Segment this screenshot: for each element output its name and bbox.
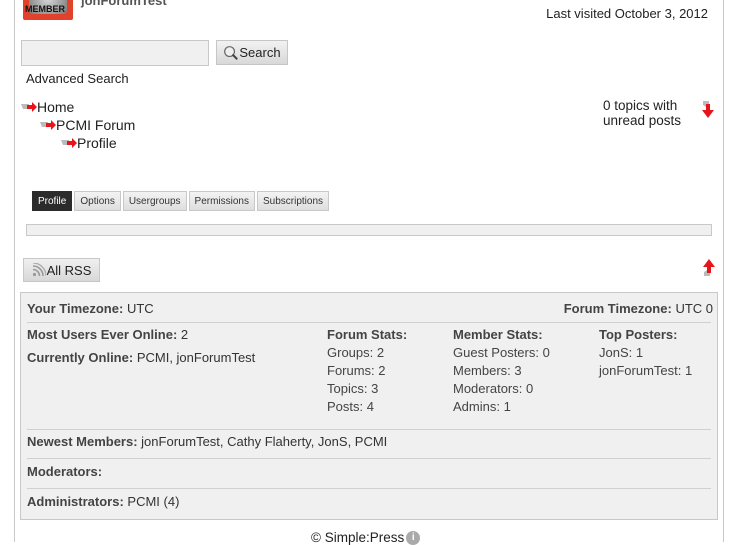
breadcrumb-forum-label: PCMI Forum xyxy=(56,117,136,133)
member-stat-item: Guest Posters: 0 xyxy=(453,345,550,360)
forum-timezone-label: Forum Timezone: xyxy=(563,301,672,316)
newest-members: Newest Members: jonForumTest, Cathy Flah… xyxy=(27,434,711,449)
member-stat-item: Moderators: 0 xyxy=(453,381,534,396)
search-button-label: Search xyxy=(239,45,281,60)
page-border-left xyxy=(14,0,15,542)
forum-stat-item: Groups: 2 xyxy=(327,345,385,360)
member-stat-item: Members: 3 xyxy=(453,363,522,378)
avatar[interactable]: MEMBER xyxy=(23,0,73,20)
your-timezone-value: UTC xyxy=(126,301,154,316)
breadcrumb-home-label: Home xyxy=(37,99,75,115)
top-posters-title: Top Posters: xyxy=(599,327,678,342)
breadcrumb-home[interactable]: Home xyxy=(21,99,74,115)
divider xyxy=(27,458,711,459)
forum-timezone-value: UTC 0 xyxy=(675,301,713,316)
forum-stat-item: Topics: 3 xyxy=(327,381,379,396)
forum-stat-item: Posts: 4 xyxy=(327,399,374,414)
currently-online-value: PCMI, jonForumTest xyxy=(136,350,256,365)
breadcrumb-profile-label: Profile xyxy=(77,135,117,151)
breadcrumb-profile[interactable]: Profile xyxy=(61,135,117,151)
footer: © Simple:Press i xyxy=(311,530,421,545)
tab-profile[interactable]: Profile xyxy=(32,191,73,211)
all-rss-button[interactable]: All RSS xyxy=(23,258,100,282)
tab-usergroups[interactable]: Usergroups xyxy=(122,191,187,211)
forum-stat-item: Forums: 2 xyxy=(327,363,386,378)
administrators: Administrators: PCMI (4) xyxy=(27,494,711,509)
forum-stats-title: Forum Stats: xyxy=(327,327,408,342)
top-posters-column: Top Posters: JonS: 1 jonForumTest: 1 xyxy=(599,326,692,380)
footer-copyright[interactable]: © Simple:Press xyxy=(311,530,404,545)
divider xyxy=(27,488,711,489)
breadcrumb-arrow-icon xyxy=(21,102,37,112)
newest-members-label: Newest Members: xyxy=(27,434,138,449)
search-input[interactable] xyxy=(21,40,209,66)
breadcrumb-arrow-icon xyxy=(40,120,56,130)
administrators-value: PCMI (4) xyxy=(127,494,180,509)
tab-subscriptions[interactable]: Subscriptions xyxy=(257,191,330,211)
forum-stats-panel: Your Timezone: UTC Forum Timezone: UTC 0… xyxy=(20,292,718,520)
unread-posts-text[interactable]: 0 topics with unread posts xyxy=(603,98,682,128)
your-timezone-label: Your Timezone: xyxy=(27,301,124,316)
forum-timezone: Forum Timezone: UTC 0 xyxy=(564,301,713,316)
currently-online-label: Currently Online: xyxy=(27,350,134,365)
last-visited-text: Last visited October 3, 2012 xyxy=(546,6,708,21)
top-poster-item: jonForumTest: 1 xyxy=(599,363,693,378)
most-online-value: 2 xyxy=(180,327,189,342)
forum-stats-column: Forum Stats: Groups: 2 Forums: 2 Topics:… xyxy=(327,326,407,416)
rss-icon xyxy=(32,263,46,277)
profile-tabs: Profile Options Usergroups Permissions S… xyxy=(32,191,330,211)
divider xyxy=(27,429,711,430)
divider xyxy=(27,322,711,323)
newest-members-value: jonForumTest, Cathy Flaherty, JonS, PCMI xyxy=(141,434,388,449)
member-stat-item: Admins: 1 xyxy=(453,399,511,414)
administrators-label: Administrators: xyxy=(27,494,124,509)
member-stats-column: Member Stats: Guest Posters: 0 Members: … xyxy=(453,326,550,416)
unread-line-1: 0 topics with xyxy=(603,98,678,113)
search-icon xyxy=(224,46,239,60)
moderators: Moderators: xyxy=(27,464,711,479)
arrow-down-icon[interactable] xyxy=(701,101,715,119)
tab-permissions[interactable]: Permissions xyxy=(188,191,255,211)
breadcrumb-arrow-icon xyxy=(61,138,77,148)
info-icon[interactable]: i xyxy=(406,530,421,545)
all-rss-label: All RSS xyxy=(46,262,92,278)
member-stats-title: Member Stats: xyxy=(453,327,543,342)
search-button[interactable]: Search xyxy=(216,40,288,65)
unread-line-2: unread posts xyxy=(603,112,682,128)
breadcrumb-forum[interactable]: PCMI Forum xyxy=(40,117,135,133)
advanced-search-link[interactable]: Advanced Search xyxy=(26,71,129,86)
moderators-label: Moderators: xyxy=(27,464,103,479)
username-link[interactable]: jonForumTest xyxy=(81,0,167,8)
avatar-badge-text: MEMBER xyxy=(25,4,65,14)
arrow-up-icon[interactable] xyxy=(702,258,716,276)
tab-options[interactable]: Options xyxy=(74,191,121,211)
page-border-right xyxy=(723,0,724,542)
profile-content-panel xyxy=(26,224,712,236)
most-online-label: Most Users Ever Online: xyxy=(27,327,178,342)
top-poster-item: JonS: 1 xyxy=(599,345,644,360)
